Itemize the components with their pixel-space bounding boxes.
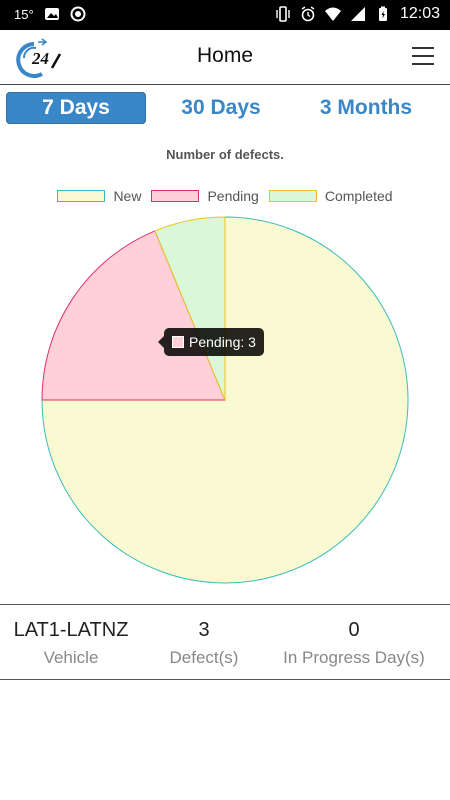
wifi-icon [324, 7, 341, 21]
app-bar: 24 Home [0, 30, 450, 85]
vehicle-column: LAT1-LATNZ Vehicle [0, 619, 142, 668]
tab-7-days[interactable]: 7 Days [6, 92, 146, 124]
hamburger-menu-icon[interactable] [412, 47, 434, 65]
vehicle-value: LAT1-LATNZ [13, 619, 129, 641]
temperature-text: 15° [14, 6, 34, 22]
signal-icon [350, 7, 365, 21]
legend-swatch-new [57, 190, 106, 202]
defects-pie-chart [41, 216, 409, 584]
tab-30-days[interactable]: 30 Days [160, 92, 282, 124]
tab-3-months[interactable]: 3 Months [296, 92, 436, 124]
in-progress-days-value: 0 [348, 619, 360, 641]
legend-label-new: New [113, 188, 142, 204]
tooltip-swatch [172, 336, 184, 348]
chart-tooltip: Pending: 3 [158, 328, 264, 356]
legend-label-pending: Pending [207, 188, 259, 204]
alarm-icon [301, 6, 315, 22]
photo-icon [44, 8, 59, 20]
battery-icon [378, 6, 387, 21]
defects-value: 3 [198, 619, 210, 641]
status-bar: 15° 12:03 [0, 0, 450, 30]
legend-label-completed: Completed [324, 188, 393, 204]
legend-swatch-completed [268, 190, 317, 202]
record-icon [70, 6, 86, 22]
clock-text: 12:03 [399, 5, 440, 22]
tooltip-text: Pending: 3 [189, 334, 256, 350]
page-title: Home [196, 44, 254, 67]
legend-item-completed[interactable]: Completed [268, 186, 393, 206]
chart-title: Number of defects. [166, 147, 284, 162]
legend-item-pending[interactable]: Pending [151, 186, 259, 206]
period-tabs: 7 Days 30 Days 3 Months [0, 90, 450, 126]
defects-column: 3 Defect(s) [142, 619, 266, 668]
in-progress-days-label: In Progress Day(s) [283, 648, 425, 667]
vibrate-icon [276, 6, 290, 22]
legend-item-new[interactable]: New [57, 186, 141, 206]
legend-swatch-pending [151, 190, 200, 202]
vehicle-label: Vehicle [43, 648, 99, 667]
vehicle-summary[interactable]: LAT1-LATNZ Vehicle 3 Defect(s) 0 In Prog… [0, 604, 450, 680]
in-progress-days-column: 0 In Progress Day(s) [266, 619, 442, 668]
chart-legend: New Pending Completed [0, 186, 450, 206]
defects-label: Defect(s) [169, 648, 239, 667]
